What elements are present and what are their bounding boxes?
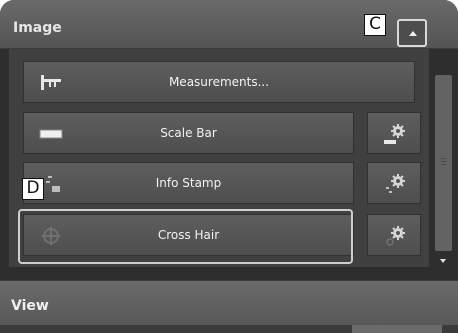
view-panel-strip-tab xyxy=(352,325,442,333)
info-stamp-button[interactable]: Info Stamp xyxy=(23,162,354,204)
collapse-button[interactable] xyxy=(397,19,427,47)
scale-bar-button[interactable]: Scale Bar xyxy=(23,112,354,154)
measurements-label: Measurements... xyxy=(168,75,270,89)
cross-hair-highlight xyxy=(18,209,353,264)
cross-hair-settings-button[interactable] xyxy=(367,214,421,256)
scrollbar-grip xyxy=(441,158,446,166)
info-stamp-label: Info Stamp xyxy=(155,176,222,190)
gear-icon xyxy=(386,174,405,193)
scroll-down-button[interactable] xyxy=(435,255,452,267)
triangle-down-icon xyxy=(440,259,446,263)
measurements-button[interactable]: Measurements... xyxy=(23,61,415,103)
view-panel-title: View xyxy=(11,298,49,314)
scale-bar-label: Scale Bar xyxy=(160,126,217,140)
info-stamp-settings-button[interactable] xyxy=(367,162,421,204)
gear-icon xyxy=(386,226,405,246)
callout-d: D xyxy=(22,178,44,200)
gear-icon xyxy=(384,124,405,144)
triangle-up-icon xyxy=(409,31,417,36)
scale-bar-settings-button[interactable] xyxy=(367,112,421,154)
scrollbar-thumb[interactable] xyxy=(435,75,452,251)
image-panel-title: Image xyxy=(13,20,62,36)
image-panel-header[interactable]: Image xyxy=(0,0,458,49)
toolbox-window: Image C Measurements... Scale Bar Info S… xyxy=(0,0,458,333)
callout-c: C xyxy=(364,14,386,36)
